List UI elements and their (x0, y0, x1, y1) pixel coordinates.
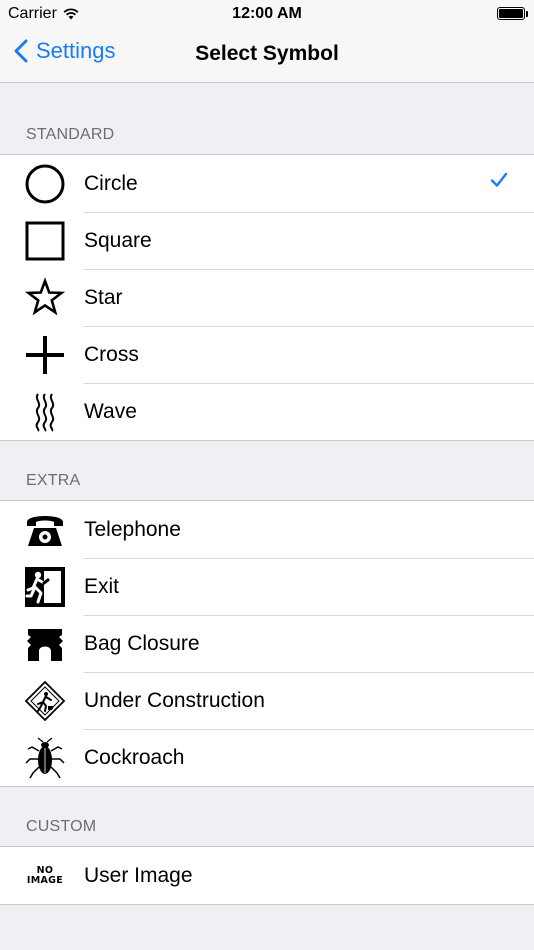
telephone-icon (24, 509, 66, 551)
custom-symbols-group: NO IMAGE User Image (0, 846, 534, 905)
list-item-under-construction[interactable]: Under Construction (0, 672, 534, 729)
list-item-label: User Image (84, 863, 193, 887)
list-item-label: Cockroach (84, 745, 185, 769)
list-item-label: Circle (84, 171, 138, 195)
status-bar: Carrier 12:00 AM (0, 0, 534, 28)
cockroach-icon (24, 737, 66, 779)
clock: 12:00 AM (232, 5, 302, 22)
bag-closure-icon (24, 623, 66, 665)
list-item-label: Wave (84, 399, 137, 423)
section-header-custom: CUSTOM (26, 818, 97, 835)
list-item-label: Cross (84, 342, 139, 366)
cross-icon (24, 334, 66, 376)
standard-symbols-group: Circle Square Star Cross Wave (0, 154, 534, 441)
exit-icon (24, 566, 66, 608)
star-icon (24, 276, 66, 319)
list-item-user-image[interactable]: NO IMAGE User Image (0, 847, 534, 904)
square-icon (24, 220, 66, 262)
under-construction-icon (24, 680, 66, 722)
wave-icon (24, 391, 66, 433)
section-header-extra: EXTRA (26, 472, 81, 489)
page-title: Select Symbol (195, 42, 339, 65)
list-item-circle[interactable]: Circle (0, 155, 534, 212)
list-item-exit[interactable]: Exit (0, 558, 534, 615)
list-item-star[interactable]: Star (0, 269, 534, 326)
list-item-label: Under Construction (84, 688, 265, 712)
list-item-square[interactable]: Square (0, 212, 534, 269)
list-item-label: Bag Closure (84, 631, 200, 655)
navigation-bar: Settings Select Symbol (0, 28, 534, 83)
list-item-label: Exit (84, 574, 120, 598)
list-item-wave[interactable]: Wave (0, 383, 534, 440)
no-image-icon-line2: IMAGE (26, 874, 64, 886)
list-item-label: Square (84, 228, 152, 252)
list-item-label: Telephone (84, 517, 181, 541)
no-image-icon-line1: NO (36, 864, 54, 876)
list-item-label: Star (84, 285, 123, 309)
section-header-standard: STANDARD (26, 126, 115, 143)
battery-icon (497, 7, 528, 20)
list-item-cockroach[interactable]: Cockroach (0, 729, 534, 786)
list-item-cross[interactable]: Cross (0, 326, 534, 383)
extra-symbols-group: Telephone Exit Bag Closure Under Constru… (0, 500, 534, 787)
checkmark-icon (490, 172, 508, 187)
circle-icon (24, 163, 66, 205)
no-image-icon: NO IMAGE (24, 855, 66, 897)
list-item-bag-closure[interactable]: Bag Closure (0, 615, 534, 672)
list-item-telephone[interactable]: Telephone (0, 501, 534, 558)
